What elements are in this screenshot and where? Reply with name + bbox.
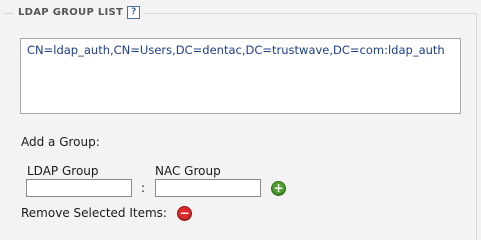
plus-icon: + xyxy=(273,181,284,195)
nac-group-input[interactable] xyxy=(155,179,261,197)
field-separator: : xyxy=(141,181,146,195)
help-icon[interactable]: ? xyxy=(127,6,141,19)
add-group-label: Add a Group: xyxy=(21,135,100,149)
remove-selected-label: Remove Selected Items: xyxy=(21,206,167,220)
ldap-group-input[interactable] xyxy=(26,179,132,197)
section-border-right xyxy=(476,13,477,240)
ldap-group-label: LDAP Group xyxy=(27,164,99,178)
section-title: LDAP GROUP LIST xyxy=(18,7,124,18)
nac-group-label: NAC Group xyxy=(155,164,221,178)
add-group-button[interactable]: + xyxy=(271,181,286,196)
minus-icon: − xyxy=(179,206,190,220)
list-item[interactable]: CN=ldap_auth,CN=Users,DC=dentac,DC=trust… xyxy=(27,42,454,58)
remove-selected-button[interactable]: − xyxy=(177,206,192,221)
section-header: LDAP GROUP LIST ? xyxy=(14,6,145,19)
ldap-group-list[interactable]: CN=ldap_auth,CN=Users,DC=dentac,DC=trust… xyxy=(20,38,461,114)
